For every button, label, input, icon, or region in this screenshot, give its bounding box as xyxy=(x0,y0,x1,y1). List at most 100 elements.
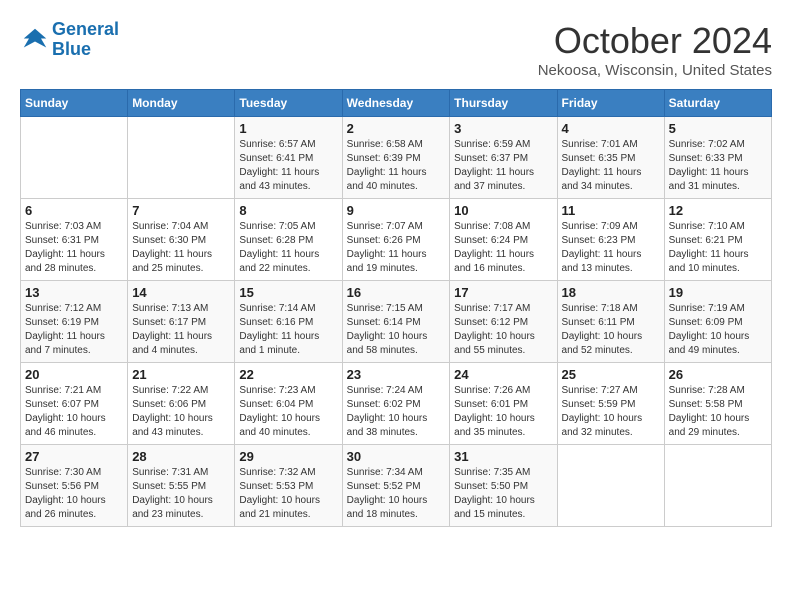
calendar-week-row: 13Sunrise: 7:12 AM Sunset: 6:19 PM Dayli… xyxy=(21,281,772,363)
calendar-cell: 26 Sunrise: 7:28 AM Sunset: 5:58 PM Dayli… xyxy=(664,363,771,445)
column-header-friday: Friday xyxy=(557,90,664,117)
day-number: 19 xyxy=(669,285,767,300)
day-info: Sunrise: 7:26 AM Sunset: 6:01 PM Dayligh… xyxy=(454,384,552,440)
day-info: Sunrise: 7:35 AM Sunset: 5:50 PM Dayligh… xyxy=(454,466,552,522)
calendar-body: 1 Sunrise: 6:57 AM Sunset: 6:41 PM Daylig… xyxy=(21,117,772,527)
day-info: Sunrise: 7:04 AM Sunset: 6:30 PM Dayligh… xyxy=(132,220,230,276)
column-header-monday: Monday xyxy=(128,90,235,117)
calendar-week-row: 1 Sunrise: 6:57 AM Sunset: 6:41 PM Daylig… xyxy=(21,117,772,199)
calendar-cell: 14 Sunrise: 7:13 AM Sunset: 6:17 PM Dayli… xyxy=(128,281,235,363)
calendar-cell: 30 Sunrise: 7:34 AM Sunset: 5:52 PM Dayli… xyxy=(342,445,450,527)
day-number: 20 xyxy=(25,367,123,382)
column-header-saturday: Saturday xyxy=(664,90,771,117)
day-number: 26 xyxy=(669,367,767,382)
day-number: 28 xyxy=(132,449,230,464)
day-info: Sunrise: 7:01 AM Sunset: 6:35 PM Dayligh… xyxy=(562,138,660,194)
calendar-cell: 7 Sunrise: 7:04 AM Sunset: 6:30 PM Daylig… xyxy=(128,199,235,281)
calendar-cell: 25 Sunrise: 7:27 AM Sunset: 5:59 PM Dayli… xyxy=(557,363,664,445)
day-number: 29 xyxy=(239,449,337,464)
calendar-cell: 1 Sunrise: 6:57 AM Sunset: 6:41 PM Daylig… xyxy=(235,117,342,199)
column-header-thursday: Thursday xyxy=(450,90,557,117)
day-info: Sunrise: 7:08 AM Sunset: 6:24 PM Dayligh… xyxy=(454,220,552,276)
day-info: Sunrise: 7:22 AM Sunset: 6:06 PM Dayligh… xyxy=(132,384,230,440)
day-info: Sunrise: 7:31 AM Sunset: 5:55 PM Dayligh… xyxy=(132,466,230,522)
calendar-cell: 13Sunrise: 7:12 AM Sunset: 6:19 PM Dayli… xyxy=(21,281,128,363)
calendar-cell: 8 Sunrise: 7:05 AM Sunset: 6:28 PM Daylig… xyxy=(235,199,342,281)
column-header-sunday: Sunday xyxy=(21,90,128,117)
day-number: 16 xyxy=(347,285,446,300)
calendar-cell: 28 Sunrise: 7:31 AM Sunset: 5:55 PM Dayli… xyxy=(128,445,235,527)
column-header-wednesday: Wednesday xyxy=(342,90,450,117)
calendar-cell: 31 Sunrise: 7:35 AM Sunset: 5:50 PM Dayli… xyxy=(450,445,557,527)
calendar-week-row: 27 Sunrise: 7:30 AM Sunset: 5:56 PM Dayli… xyxy=(21,445,772,527)
day-info: Sunrise: 7:18 AM Sunset: 6:11 PM Dayligh… xyxy=(562,302,660,358)
day-info: Sunrise: 7:09 AM Sunset: 6:23 PM Dayligh… xyxy=(562,220,660,276)
logo-icon xyxy=(20,25,50,55)
calendar-cell: 22Sunrise: 7:23 AM Sunset: 6:04 PM Dayli… xyxy=(235,363,342,445)
day-info: Sunrise: 6:59 AM Sunset: 6:37 PM Dayligh… xyxy=(454,138,552,194)
calendar-cell: 12 Sunrise: 7:10 AM Sunset: 6:21 PM Dayli… xyxy=(664,199,771,281)
day-number: 13 xyxy=(25,285,123,300)
calendar-cell: 20 Sunrise: 7:21 AM Sunset: 6:07 PM Dayli… xyxy=(21,363,128,445)
calendar-cell: 19Sunrise: 7:19 AM Sunset: 6:09 PM Dayli… xyxy=(664,281,771,363)
calendar-cell: 2 Sunrise: 6:58 AM Sunset: 6:39 PM Daylig… xyxy=(342,117,450,199)
calendar-cell: 4Sunrise: 7:01 AM Sunset: 6:35 PM Daylig… xyxy=(557,117,664,199)
calendar-cell: 29Sunrise: 7:32 AM Sunset: 5:53 PM Dayli… xyxy=(235,445,342,527)
day-number: 7 xyxy=(132,203,230,218)
calendar-table: SundayMondayTuesdayWednesdayThursdayFrid… xyxy=(20,89,772,527)
day-info: Sunrise: 7:07 AM Sunset: 6:26 PM Dayligh… xyxy=(347,220,446,276)
day-number: 21 xyxy=(132,367,230,382)
day-info: Sunrise: 7:28 AM Sunset: 5:58 PM Dayligh… xyxy=(669,384,767,440)
title-block: October 2024 Nekoosa, Wisconsin, United … xyxy=(538,20,772,79)
day-number: 8 xyxy=(239,203,337,218)
day-info: Sunrise: 7:14 AM Sunset: 6:16 PM Dayligh… xyxy=(239,302,337,358)
calendar-cell: 10 Sunrise: 7:08 AM Sunset: 6:24 PM Dayli… xyxy=(450,199,557,281)
calendar-cell: 18 Sunrise: 7:18 AM Sunset: 6:11 PM Dayli… xyxy=(557,281,664,363)
calendar-cell xyxy=(128,117,235,199)
day-number: 1 xyxy=(239,121,337,136)
calendar-cell: 15 Sunrise: 7:14 AM Sunset: 6:16 PM Dayli… xyxy=(235,281,342,363)
day-info: Sunrise: 7:34 AM Sunset: 5:52 PM Dayligh… xyxy=(347,466,446,522)
day-info: Sunrise: 7:17 AM Sunset: 6:12 PM Dayligh… xyxy=(454,302,552,358)
calendar-cell: 11 Sunrise: 7:09 AM Sunset: 6:23 PM Dayli… xyxy=(557,199,664,281)
day-number: 18 xyxy=(562,285,660,300)
day-info: Sunrise: 7:02 AM Sunset: 6:33 PM Dayligh… xyxy=(669,138,767,194)
month-title: October 2024 xyxy=(538,20,772,62)
calendar-cell: 23Sunrise: 7:24 AM Sunset: 6:02 PM Dayli… xyxy=(342,363,450,445)
calendar-cell xyxy=(21,117,128,199)
day-number: 14 xyxy=(132,285,230,300)
day-number: 31 xyxy=(454,449,552,464)
calendar-week-row: 20 Sunrise: 7:21 AM Sunset: 6:07 PM Dayli… xyxy=(21,363,772,445)
day-number: 15 xyxy=(239,285,337,300)
day-number: 17 xyxy=(454,285,552,300)
day-info: Sunrise: 7:15 AM Sunset: 6:14 PM Dayligh… xyxy=(347,302,446,358)
calendar-cell: 17 Sunrise: 7:17 AM Sunset: 6:12 PM Dayli… xyxy=(450,281,557,363)
day-info: Sunrise: 7:30 AM Sunset: 5:56 PM Dayligh… xyxy=(25,466,123,522)
day-info: Sunrise: 6:58 AM Sunset: 6:39 PM Dayligh… xyxy=(347,138,446,194)
day-info: Sunrise: 7:23 AM Sunset: 6:04 PM Dayligh… xyxy=(239,384,337,440)
day-number: 12 xyxy=(669,203,767,218)
logo: General Blue xyxy=(20,20,119,60)
day-info: Sunrise: 7:27 AM Sunset: 5:59 PM Dayligh… xyxy=(562,384,660,440)
day-info: Sunrise: 7:21 AM Sunset: 6:07 PM Dayligh… xyxy=(25,384,123,440)
day-info: Sunrise: 6:57 AM Sunset: 6:41 PM Dayligh… xyxy=(239,138,337,194)
day-number: 2 xyxy=(347,121,446,136)
day-number: 23 xyxy=(347,367,446,382)
calendar-cell: 16 Sunrise: 7:15 AM Sunset: 6:14 PM Dayli… xyxy=(342,281,450,363)
calendar-cell: 24Sunrise: 7:26 AM Sunset: 6:01 PM Dayli… xyxy=(450,363,557,445)
day-number: 11 xyxy=(562,203,660,218)
day-number: 27 xyxy=(25,449,123,464)
day-number: 3 xyxy=(454,121,552,136)
day-info: Sunrise: 7:05 AM Sunset: 6:28 PM Dayligh… xyxy=(239,220,337,276)
day-number: 30 xyxy=(347,449,446,464)
day-number: 5 xyxy=(669,121,767,136)
day-info: Sunrise: 7:13 AM Sunset: 6:17 PM Dayligh… xyxy=(132,302,230,358)
day-number: 25 xyxy=(562,367,660,382)
day-number: 10 xyxy=(454,203,552,218)
calendar-cell: 5 Sunrise: 7:02 AM Sunset: 6:33 PM Daylig… xyxy=(664,117,771,199)
day-info: Sunrise: 7:10 AM Sunset: 6:21 PM Dayligh… xyxy=(669,220,767,276)
calendar-cell: 21 Sunrise: 7:22 AM Sunset: 6:06 PM Dayli… xyxy=(128,363,235,445)
page-header: General Blue October 2024 Nekoosa, Wisco… xyxy=(20,20,772,79)
calendar-cell xyxy=(664,445,771,527)
calendar-cell: 3 Sunrise: 6:59 AM Sunset: 6:37 PM Daylig… xyxy=(450,117,557,199)
